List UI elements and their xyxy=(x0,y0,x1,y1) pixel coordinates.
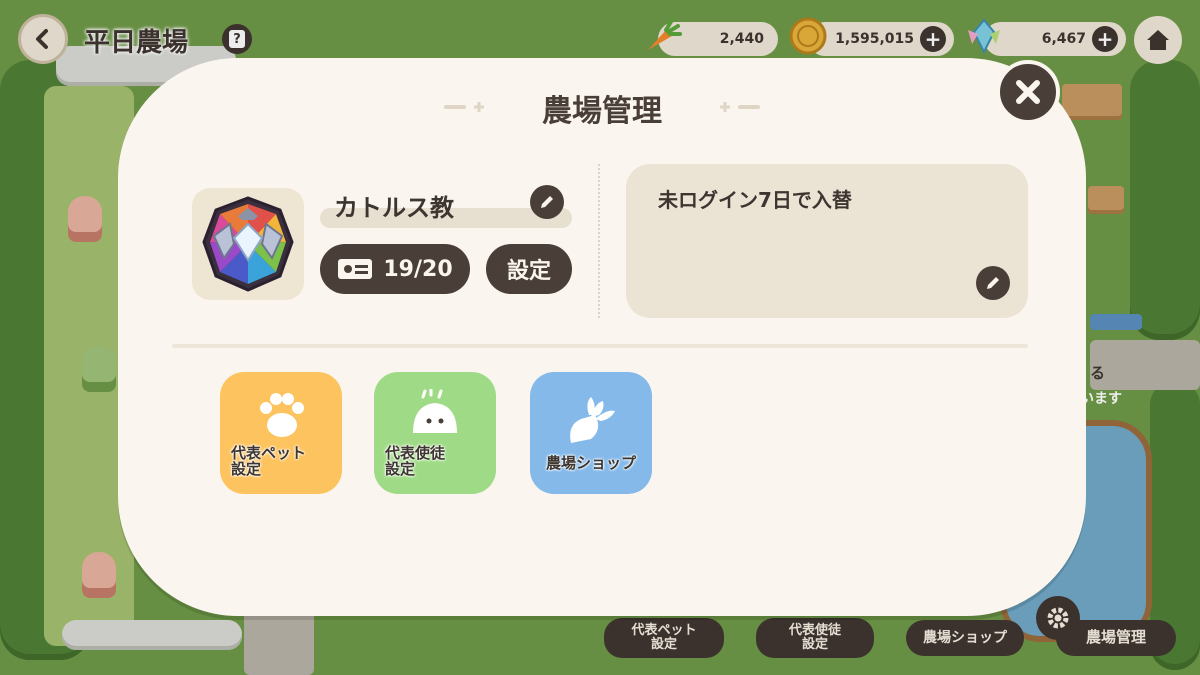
pencil-icon xyxy=(987,277,999,289)
disciple-settings-tile[interactable]: 代表使徒 設定 xyxy=(374,372,496,494)
farm-emblem[interactable] xyxy=(192,188,304,300)
settings-button[interactable]: 設定 xyxy=(486,244,572,294)
pet-settings-tile[interactable]: 代表ペット 設定 xyxy=(220,372,342,494)
divider xyxy=(172,344,1028,348)
pet-settings-label: 代表ペット 設定 xyxy=(231,443,307,478)
edit-name-button[interactable] xyxy=(530,185,564,219)
edit-note-button[interactable] xyxy=(976,266,1010,300)
farm-shop-label: 農場ショップ xyxy=(545,453,636,472)
title-right-deco xyxy=(720,102,760,112)
farm-name: カトルス教 xyxy=(334,194,454,222)
blob-icon xyxy=(405,388,465,441)
farm-note: 未ログイン7日で入替 xyxy=(658,188,852,212)
modal-title: 農場管理 xyxy=(542,94,662,129)
separator xyxy=(598,164,600,318)
close-icon xyxy=(1016,80,1040,104)
member-card-icon xyxy=(338,259,373,279)
close-button[interactable] xyxy=(996,60,1060,124)
stained-glass-emblem-icon xyxy=(202,196,294,292)
radish-icon xyxy=(561,395,621,447)
farm-shop-tile[interactable]: 農場ショップ xyxy=(530,372,652,494)
member-count: 19/20 xyxy=(383,256,453,282)
disciple-settings-label: 代表使徒 設定 xyxy=(385,443,446,478)
member-count-button[interactable]: 19/20 xyxy=(320,244,470,294)
paw-icon xyxy=(251,389,311,441)
pencil-icon xyxy=(541,196,553,208)
title-left-deco xyxy=(444,102,484,112)
farm-management-modal: 農場管理 xyxy=(118,58,1086,616)
farm-note-box: 未ログイン7日で入替 xyxy=(626,164,1028,318)
